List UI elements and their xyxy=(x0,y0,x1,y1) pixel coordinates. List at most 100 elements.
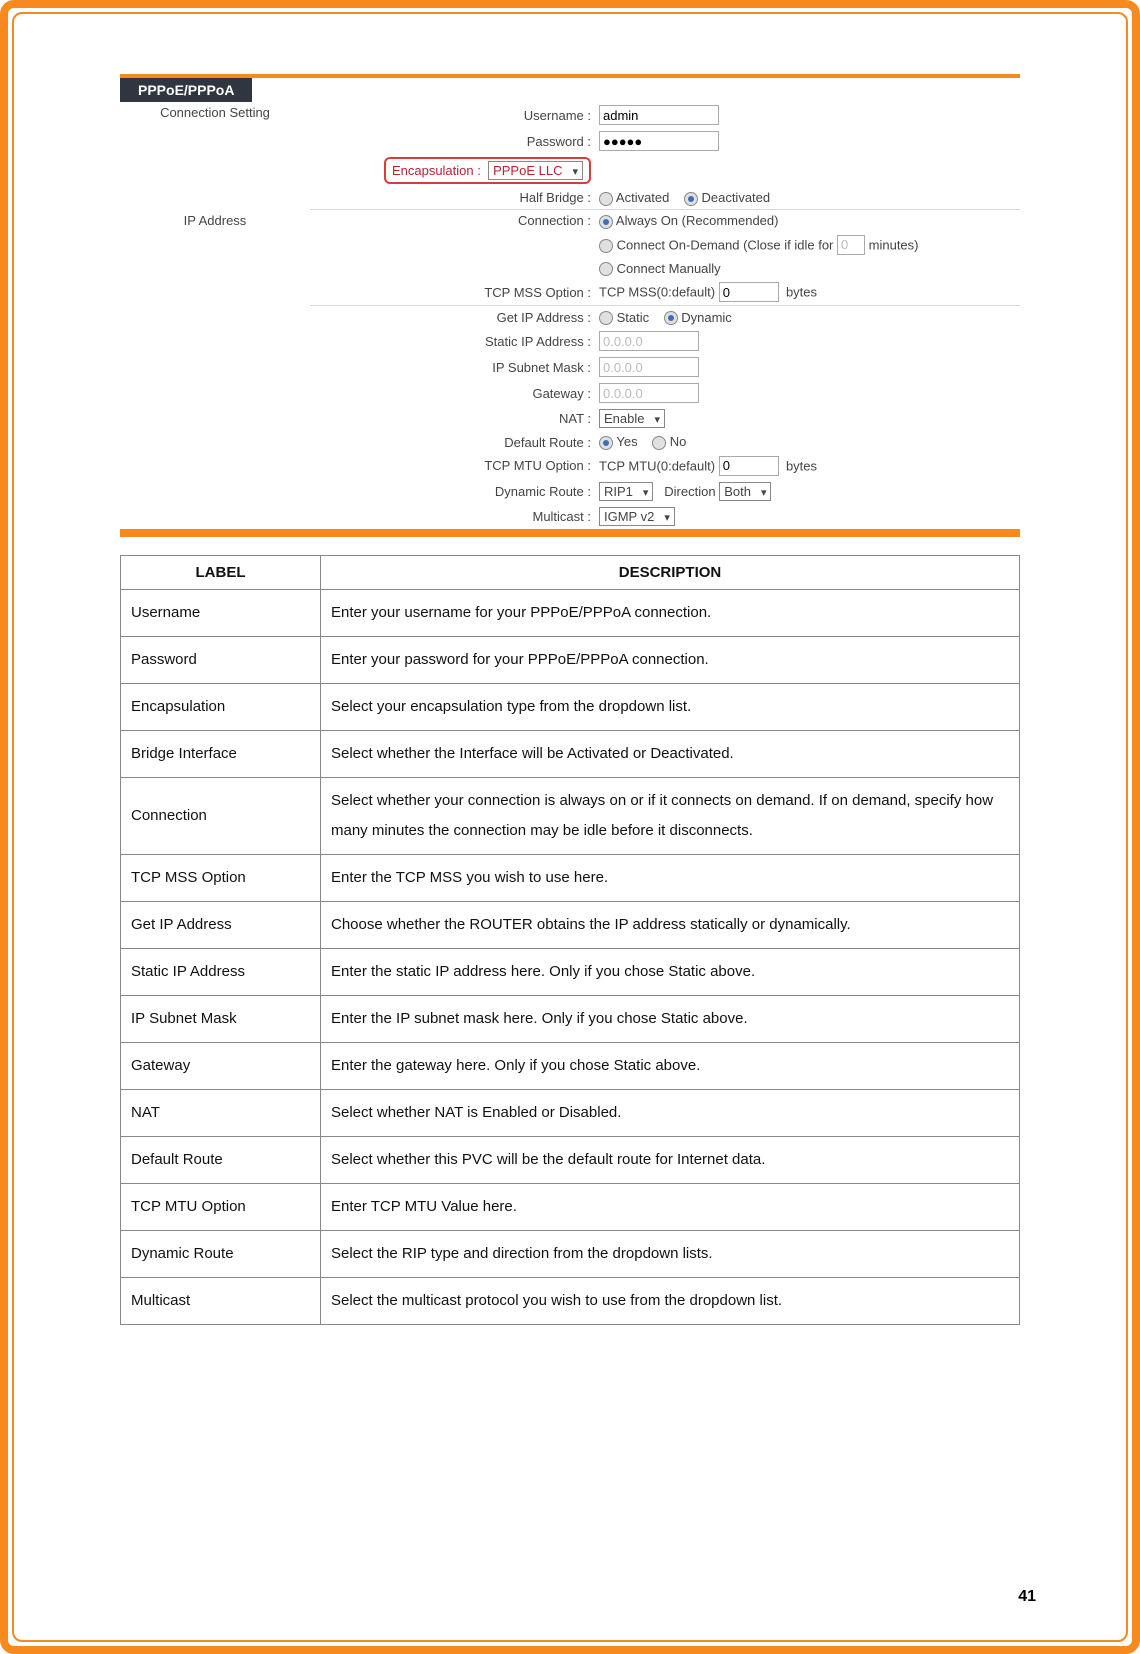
label-half-bridge: Half Bridge : xyxy=(310,187,595,209)
dynamic-route-select[interactable]: RIP1 xyxy=(599,482,653,501)
desc-label-cell: Dynamic Route xyxy=(121,1230,321,1277)
conn-demand-radio[interactable] xyxy=(599,239,613,253)
half-bridge-activated-label: Activated xyxy=(616,190,669,205)
half-bridge-activated-radio[interactable] xyxy=(599,192,613,206)
desc-label-cell: Encapsulation xyxy=(121,683,321,730)
default-route-no-radio[interactable] xyxy=(652,436,666,450)
table-row: TCP MTU OptionEnter TCP MTU Value here. xyxy=(121,1183,1020,1230)
get-ip-static-radio[interactable] xyxy=(599,311,613,325)
desc-text-cell: Select whether NAT is Enabled or Disable… xyxy=(321,1089,1020,1136)
label-default-route: Default Route : xyxy=(310,431,595,453)
get-ip-static-label: Static xyxy=(617,310,650,325)
desc-label-cell: Gateway xyxy=(121,1042,321,1089)
table-row: MulticastSelect the multicast protocol y… xyxy=(121,1277,1020,1324)
get-ip-dynamic-radio[interactable] xyxy=(664,311,678,325)
desc-text-cell: Enter the TCP MSS you wish to use here. xyxy=(321,854,1020,901)
desc-text-cell: Select whether this PVC will be the defa… xyxy=(321,1136,1020,1183)
desc-label-cell: NAT xyxy=(121,1089,321,1136)
tcp-mtu-text: TCP MTU(0:default) xyxy=(599,458,715,473)
label-encapsulation: Encapsulation : xyxy=(392,163,481,178)
desc-label-cell: TCP MTU Option xyxy=(121,1183,321,1230)
conn-demand-tail: minutes) xyxy=(869,237,919,252)
tcp-mtu-bytes: bytes xyxy=(786,458,817,473)
table-row: Dynamic RouteSelect the RIP type and dir… xyxy=(121,1230,1020,1277)
config-form: Connection Setting Username : Password :… xyxy=(120,102,1020,529)
label-get-ip: Get IP Address : xyxy=(310,307,595,329)
encapsulation-select[interactable]: PPPoE LLC xyxy=(488,161,583,180)
desc-label-cell: Default Route xyxy=(121,1136,321,1183)
conn-manual-radio[interactable] xyxy=(599,262,613,276)
tcp-mss-text: TCP MSS(0:default) xyxy=(599,285,715,300)
table-row: GatewayEnter the gateway here. Only if y… xyxy=(121,1042,1020,1089)
label-username: Username : xyxy=(310,102,595,128)
desc-label-cell: Username xyxy=(121,589,321,636)
table-row: NATSelect whether NAT is Enabled or Disa… xyxy=(121,1089,1020,1136)
table-row: Default RouteSelect whether this PVC wil… xyxy=(121,1136,1020,1183)
direction-select[interactable]: Both xyxy=(719,482,771,501)
desc-label-cell: Static IP Address xyxy=(121,948,321,995)
desc-header-label: LABEL xyxy=(121,555,321,589)
label-dynamic-route: Dynamic Route : xyxy=(310,479,595,504)
description-table: LABEL DESCRIPTION UsernameEnter your use… xyxy=(120,555,1020,1325)
desc-text-cell: Enter your username for your PPPoE/PPPoA… xyxy=(321,589,1020,636)
desc-text-cell: Enter the gateway here. Only if you chos… xyxy=(321,1042,1020,1089)
desc-text-cell: Enter the static IP address here. Only i… xyxy=(321,948,1020,995)
conn-demand-label: Connect On-Demand (Close if idle for xyxy=(617,237,834,252)
encapsulation-highlight: Encapsulation : PPPoE LLC xyxy=(384,157,591,184)
desc-header-description: DESCRIPTION xyxy=(321,555,1020,589)
default-route-yes-label: Yes xyxy=(616,434,637,449)
desc-label-cell: Get IP Address xyxy=(121,901,321,948)
static-ip-input[interactable] xyxy=(599,331,699,351)
desc-label-cell: Bridge Interface xyxy=(121,730,321,777)
default-route-yes-radio[interactable] xyxy=(599,436,613,450)
table-row: TCP MSS OptionEnter the TCP MSS you wish… xyxy=(121,854,1020,901)
gateway-input[interactable] xyxy=(599,383,699,403)
table-row: EncapsulationSelect your encapsulation t… xyxy=(121,683,1020,730)
desc-label-cell: Connection xyxy=(121,777,321,854)
multicast-select[interactable]: IGMP v2 xyxy=(599,507,675,526)
desc-label-cell: TCP MSS Option xyxy=(121,854,321,901)
desc-label-cell: IP Subnet Mask xyxy=(121,995,321,1042)
password-input[interactable] xyxy=(599,131,719,151)
subnet-input[interactable] xyxy=(599,357,699,377)
table-row: Static IP AddressEnter the static IP add… xyxy=(121,948,1020,995)
default-route-no-label: No xyxy=(670,434,687,449)
conn-always-radio[interactable] xyxy=(599,215,613,229)
tcp-mtu-input[interactable] xyxy=(719,456,779,476)
label-nat: NAT : xyxy=(310,406,595,431)
router-config-screenshot: PPPoE/PPPoA Connection Setting Username … xyxy=(120,74,1020,537)
table-row: UsernameEnter your username for your PPP… xyxy=(121,589,1020,636)
label-gateway: Gateway : xyxy=(310,380,595,406)
conn-demand-minutes-input[interactable] xyxy=(837,235,865,255)
label-subnet: IP Subnet Mask : xyxy=(310,354,595,380)
nat-select[interactable]: Enable xyxy=(599,409,665,428)
desc-text-cell: Select your encapsulation type from the … xyxy=(321,683,1020,730)
desc-text-cell: Select the multicast protocol you wish t… xyxy=(321,1277,1020,1324)
half-bridge-deactivated-radio[interactable] xyxy=(684,192,698,206)
label-connection: Connection : xyxy=(310,210,595,232)
label-static-ip: Static IP Address : xyxy=(310,328,595,354)
desc-text-cell: Select whether your connection is always… xyxy=(321,777,1020,854)
desc-label-cell: Multicast xyxy=(121,1277,321,1324)
page-number: 41 xyxy=(1018,1588,1036,1606)
username-input[interactable] xyxy=(599,105,719,125)
label-direction: Direction xyxy=(664,484,715,499)
tcp-mss-input[interactable] xyxy=(719,282,779,302)
table-row: ConnectionSelect whether your connection… xyxy=(121,777,1020,854)
label-password: Password : xyxy=(310,128,595,154)
label-tcp-mss: TCP MSS Option : xyxy=(310,279,595,306)
desc-label-cell: Password xyxy=(121,636,321,683)
desc-text-cell: Enter the IP subnet mask here. Only if y… xyxy=(321,995,1020,1042)
table-row: PasswordEnter your password for your PPP… xyxy=(121,636,1020,683)
table-row: Bridge InterfaceSelect whether the Inter… xyxy=(121,730,1020,777)
conn-manual-label: Connect Manually xyxy=(617,261,721,276)
label-tcp-mtu: TCP MTU Option : xyxy=(310,453,595,479)
table-row: IP Subnet MaskEnter the IP subnet mask h… xyxy=(121,995,1020,1042)
conn-always-label: Always On (Recommended) xyxy=(616,213,779,228)
desc-text-cell: Choose whether the ROUTER obtains the IP… xyxy=(321,901,1020,948)
get-ip-dynamic-label: Dynamic xyxy=(681,310,732,325)
desc-text-cell: Select the RIP type and direction from t… xyxy=(321,1230,1020,1277)
half-bridge-deactivated-label: Deactivated xyxy=(701,190,770,205)
section-connection-setting: Connection Setting xyxy=(120,102,310,210)
table-row: Get IP AddressChoose whether the ROUTER … xyxy=(121,901,1020,948)
